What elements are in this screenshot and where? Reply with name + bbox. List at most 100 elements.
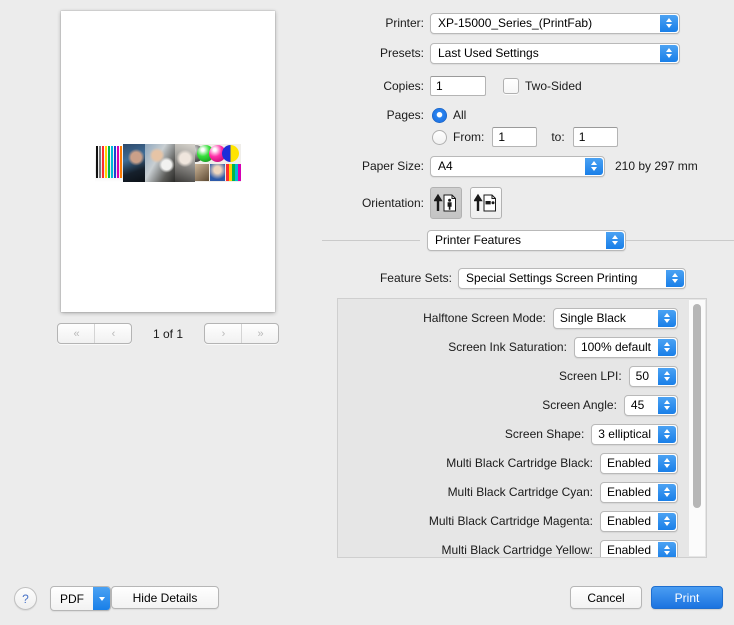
previous-page-button[interactable]: ‹ bbox=[94, 324, 131, 343]
last-page-button[interactable]: » bbox=[241, 324, 278, 343]
feature-label: Multi Black Cartridge Magenta: bbox=[338, 514, 593, 528]
help-button[interactable]: ? bbox=[14, 587, 37, 610]
preview-spheres-and-swatches bbox=[195, 144, 241, 182]
chevron-updown-icon bbox=[660, 45, 678, 62]
feature-select-value: 3 elliptical bbox=[598, 427, 651, 441]
copies-row: Copies: 1 Two-Sided bbox=[322, 75, 582, 97]
feature-sets-select-value: Special Settings Screen Printing bbox=[466, 271, 637, 285]
features-scrollbar-thumb[interactable] bbox=[693, 304, 701, 508]
chevron-updown-icon bbox=[606, 232, 624, 249]
landscape-orientation-icon bbox=[474, 192, 498, 214]
preview-photo-portrait bbox=[123, 144, 145, 182]
feature-sets-row: Feature Sets: Special Settings Screen Pr… bbox=[322, 267, 686, 289]
paper-size-row: Paper Size: A4 210 by 297 mm bbox=[322, 155, 698, 177]
copies-label: Copies: bbox=[322, 79, 424, 93]
print-pane-select-value: Printer Features bbox=[435, 233, 521, 247]
chevron-down-icon bbox=[93, 587, 110, 610]
pages-from-label: From: bbox=[453, 130, 484, 144]
pages-to-input[interactable]: 1 bbox=[573, 127, 618, 147]
paper-dimensions-label: 210 by 297 mm bbox=[615, 159, 698, 173]
chevron-updown-icon bbox=[658, 542, 676, 559]
feature-select-value: 50 bbox=[636, 369, 649, 383]
feature-select[interactable]: 50 bbox=[629, 366, 678, 387]
feature-select[interactable]: Enabled bbox=[600, 482, 678, 503]
page-preview-sheet bbox=[61, 11, 275, 312]
print-pane-select[interactable]: Printer Features bbox=[427, 230, 626, 251]
portrait-orientation-icon bbox=[434, 192, 458, 214]
feature-select[interactable]: 45 bbox=[624, 395, 678, 416]
pdf-menu-label: PDF bbox=[51, 587, 93, 610]
paper-size-select[interactable]: A4 bbox=[430, 156, 605, 177]
feature-row: Multi Black Cartridge Black:Enabled bbox=[338, 452, 678, 474]
hide-details-button[interactable]: Hide Details bbox=[111, 586, 219, 609]
feature-sets-select[interactable]: Special Settings Screen Printing bbox=[458, 268, 686, 289]
pages-range-radio[interactable] bbox=[432, 130, 447, 145]
chevron-updown-icon bbox=[658, 484, 676, 501]
feature-select-value: 45 bbox=[631, 398, 644, 412]
feature-label: Halftone Screen Mode: bbox=[338, 311, 546, 325]
feature-select[interactable]: Enabled bbox=[600, 453, 678, 474]
orientation-portrait-button[interactable] bbox=[430, 187, 462, 219]
feature-select[interactable]: 3 elliptical bbox=[591, 424, 678, 445]
feature-label: Screen Angle: bbox=[338, 398, 617, 412]
printer-select[interactable]: XP-15000_Series_(PrintFab) bbox=[430, 13, 680, 34]
pages-all-radio[interactable] bbox=[432, 108, 447, 123]
swatch-photo-b bbox=[210, 164, 225, 181]
feature-select-value: Enabled bbox=[607, 543, 651, 557]
printer-row: Printer: XP-15000_Series_(PrintFab) bbox=[322, 12, 680, 34]
dialog-bottom-bar: ? PDF Hide Details Cancel Print bbox=[0, 570, 734, 625]
chevron-updown-icon bbox=[658, 339, 676, 356]
feature-row: Screen Angle: 45 bbox=[338, 394, 678, 416]
chevron-updown-icon bbox=[658, 397, 676, 414]
pane-selector-row: Printer Features bbox=[427, 229, 626, 251]
features-scrollbar[interactable] bbox=[689, 300, 705, 556]
two-sided-checkbox[interactable] bbox=[503, 78, 519, 94]
presets-select-value: Last Used Settings bbox=[438, 46, 539, 60]
pages-label: Pages: bbox=[322, 108, 424, 122]
feature-row: Multi Black Cartridge Cyan: Enabled bbox=[338, 481, 678, 503]
feature-select[interactable]: Enabled bbox=[600, 511, 678, 532]
orientation-landscape-button[interactable] bbox=[470, 187, 502, 219]
feature-select-value: Enabled bbox=[607, 456, 651, 470]
pdf-menu-button[interactable]: PDF bbox=[50, 586, 111, 611]
sphere-blue-yellow bbox=[222, 145, 239, 162]
feature-select[interactable]: Enabled bbox=[600, 540, 678, 559]
feature-label: Multi Black Cartridge Yellow: bbox=[338, 543, 593, 557]
next-page-button[interactable]: › bbox=[205, 324, 241, 343]
pages-range-row: From: 1 to: 1 bbox=[322, 126, 618, 148]
feature-select[interactable]: 100% default bbox=[574, 337, 678, 358]
printer-select-value: XP-15000_Series_(PrintFab) bbox=[438, 16, 592, 30]
preview-color-bars bbox=[95, 144, 123, 182]
print-preview-pane: « ‹ 1 of 1 › » bbox=[0, 0, 322, 570]
feature-select[interactable]: Single Black bbox=[553, 308, 678, 329]
preview-photo-figure bbox=[175, 144, 195, 182]
swatch-color-grid bbox=[226, 164, 241, 181]
chevron-updown-icon bbox=[660, 15, 678, 32]
feature-label: Screen Shape: bbox=[338, 427, 584, 441]
presets-select[interactable]: Last Used Settings bbox=[430, 43, 680, 64]
pages-all-row: Pages: All bbox=[322, 104, 466, 126]
feature-row: Multi Black Cartridge Magenta: Enabled bbox=[338, 510, 678, 532]
print-button[interactable]: Print bbox=[651, 586, 723, 609]
pages-from-input[interactable]: 1 bbox=[492, 127, 537, 147]
page-navigation: « ‹ 1 of 1 › » bbox=[57, 324, 279, 343]
page-nav-forward-group[interactable]: › » bbox=[204, 323, 279, 344]
copies-input[interactable]: 1 bbox=[430, 76, 486, 96]
feature-row: Screen Ink Saturation: 100% default bbox=[338, 336, 678, 358]
feature-row: Halftone Screen Mode: Single Black bbox=[338, 307, 678, 329]
preview-thumbnail-image bbox=[95, 144, 241, 182]
feature-sets-label: Feature Sets: bbox=[322, 271, 452, 285]
page-counter-label: 1 of 1 bbox=[132, 327, 204, 341]
feature-label: Multi Black Cartridge Cyan: bbox=[338, 485, 593, 499]
feature-row: Screen LPI:50 bbox=[338, 365, 678, 387]
orientation-row: Orientation: bbox=[322, 187, 502, 219]
feature-select-value: Enabled bbox=[607, 514, 651, 528]
first-page-button[interactable]: « bbox=[58, 324, 94, 343]
printer-label: Printer: bbox=[322, 16, 424, 30]
cancel-button[interactable]: Cancel bbox=[570, 586, 642, 609]
chevron-updown-icon bbox=[658, 368, 676, 385]
chevron-updown-icon bbox=[658, 426, 676, 443]
page-nav-back-group[interactable]: « ‹ bbox=[57, 323, 132, 344]
chevron-updown-icon bbox=[666, 270, 684, 287]
feature-label: Screen Ink Saturation: bbox=[338, 340, 567, 354]
